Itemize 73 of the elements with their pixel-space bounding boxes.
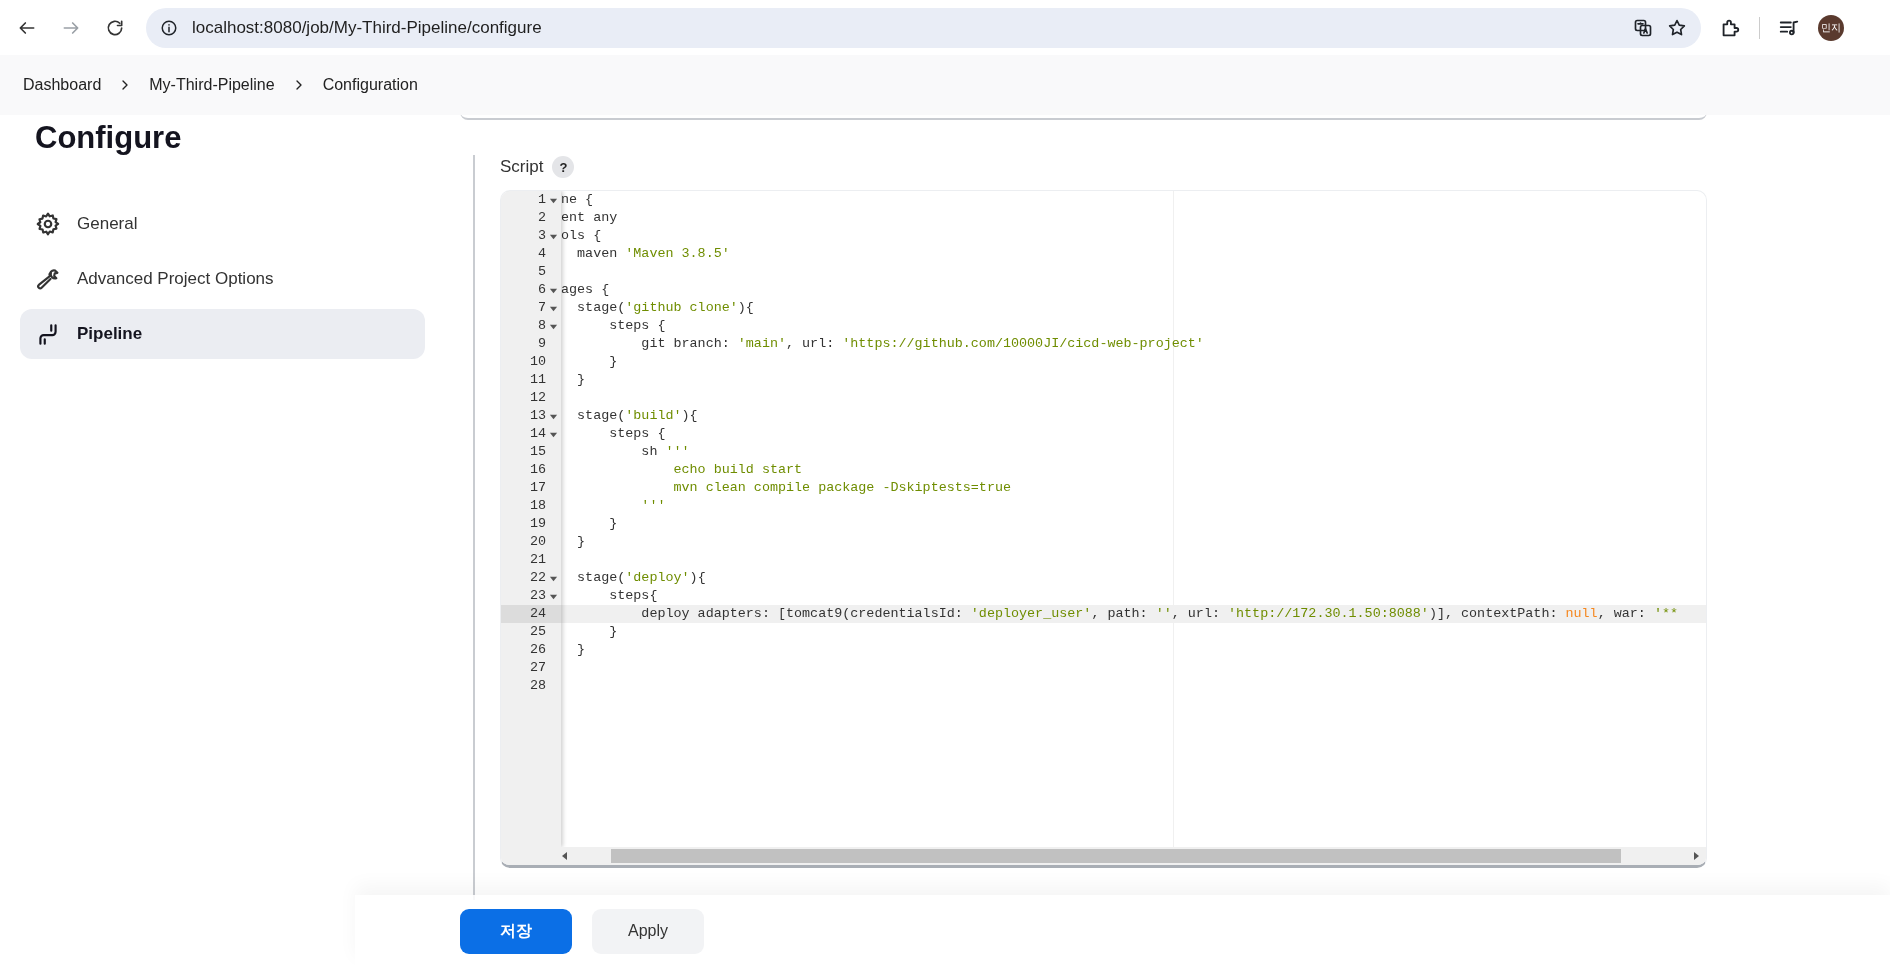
line-number: 18 <box>529 497 546 515</box>
horizontal-scrollbar[interactable] <box>501 847 1706 865</box>
line-number: 20 <box>529 533 546 551</box>
breadcrumb-link[interactable]: Configuration <box>322 76 418 94</box>
line-number: 10 <box>529 353 546 371</box>
sidebar-item[interactable]: General <box>20 199 425 249</box>
sidebar-item[interactable]: Pipeline <box>20 309 425 359</box>
line-number: 19 <box>529 515 546 533</box>
line-number: 2 <box>537 209 546 227</box>
script-label: Script <box>500 157 544 177</box>
code-line: } <box>576 642 586 657</box>
info-icon[interactable] <box>160 18 178 37</box>
code-line: git branch: 'main', url: 'https://github.com/10000JI/cicd-web-project' <box>640 336 1204 351</box>
help-button[interactable]: ? <box>552 156 575 178</box>
line-number: 6 <box>537 281 546 299</box>
code-line: } <box>576 534 586 549</box>
line-number: 8 <box>537 317 546 335</box>
line-number: 24 <box>529 605 546 623</box>
line-number: 12 <box>529 389 546 407</box>
code-line: ages { <box>561 282 610 297</box>
code-line: stage('deploy'){ <box>576 570 706 585</box>
line-number: 28 <box>529 677 546 695</box>
code-line: } <box>576 372 586 387</box>
save-button[interactable]: 저장 <box>460 908 572 954</box>
sidebar-item[interactable]: Advanced Project Options <box>20 254 425 304</box>
code-line: stage('github clone'){ <box>576 300 754 315</box>
page-title: Configure <box>35 120 183 156</box>
line-number: 16 <box>529 461 546 479</box>
settings-icon <box>35 211 61 237</box>
code-line: ent any <box>561 210 618 225</box>
line-number: 11 <box>529 371 546 389</box>
code-line: steps { <box>608 426 666 441</box>
line-number: 17 <box>529 479 546 497</box>
code-line: } <box>608 354 618 369</box>
line-number: 25 <box>529 623 546 641</box>
address-bar[interactable]: localhost:8080/job/My-Third-Pipeline/configure <box>146 7 1701 48</box>
code-line: ''' <box>640 498 666 513</box>
code-line: steps { <box>608 318 666 333</box>
breadcrumb-link[interactable]: My-Third-Pipeline <box>149 76 275 94</box>
line-number: 21 <box>529 551 546 569</box>
line-number: 13 <box>529 407 546 425</box>
wrench-icon <box>35 266 61 292</box>
code-line: echo build start <box>672 462 803 477</box>
code-line: steps{ <box>608 588 658 603</box>
reload-icon[interactable] <box>105 17 125 38</box>
line-number: 3 <box>537 227 546 245</box>
line-number: 23 <box>529 587 546 605</box>
line-number: 9 <box>537 335 546 353</box>
code-line: deploy adapters: [tomcat9(credentialsId: 'deployer_user', path: '', url: 'http://172.30.1.50:8088')], contextPath: null, war: '** <box>640 606 1679 621</box>
line-number: 4 <box>537 245 546 263</box>
line-number: 5 <box>537 263 546 281</box>
breadcrumb-link[interactable]: Dashboard <box>23 76 102 94</box>
profile-avatar[interactable]: 민지 <box>1818 14 1844 41</box>
scroll-right-icon[interactable] <box>1692 852 1700 860</box>
translate-icon[interactable] <box>1633 17 1653 38</box>
line-number: 1 <box>537 191 546 209</box>
star-icon[interactable] <box>1667 17 1687 38</box>
code-line: stage('build'){ <box>576 408 698 423</box>
code-line: sh ''' <box>640 444 690 459</box>
line-number: 7 <box>537 299 546 317</box>
line-number: 27 <box>529 659 546 677</box>
line-number: 22 <box>529 569 546 587</box>
line-number: 15 <box>529 443 546 461</box>
code-line: ols { <box>561 228 602 243</box>
code-line: } <box>608 516 618 531</box>
code-line: mvn clean compile package -Dskiptests=true <box>672 480 1011 495</box>
code-line: maven 'Maven 3.8.5' <box>576 246 730 261</box>
code-line: } <box>608 624 618 639</box>
code-line: ne { <box>561 192 594 207</box>
line-number: 26 <box>529 641 546 659</box>
apply-button[interactable]: Apply <box>592 908 704 954</box>
scroll-left-icon[interactable] <box>561 852 569 860</box>
line-number: 14 <box>529 425 546 443</box>
